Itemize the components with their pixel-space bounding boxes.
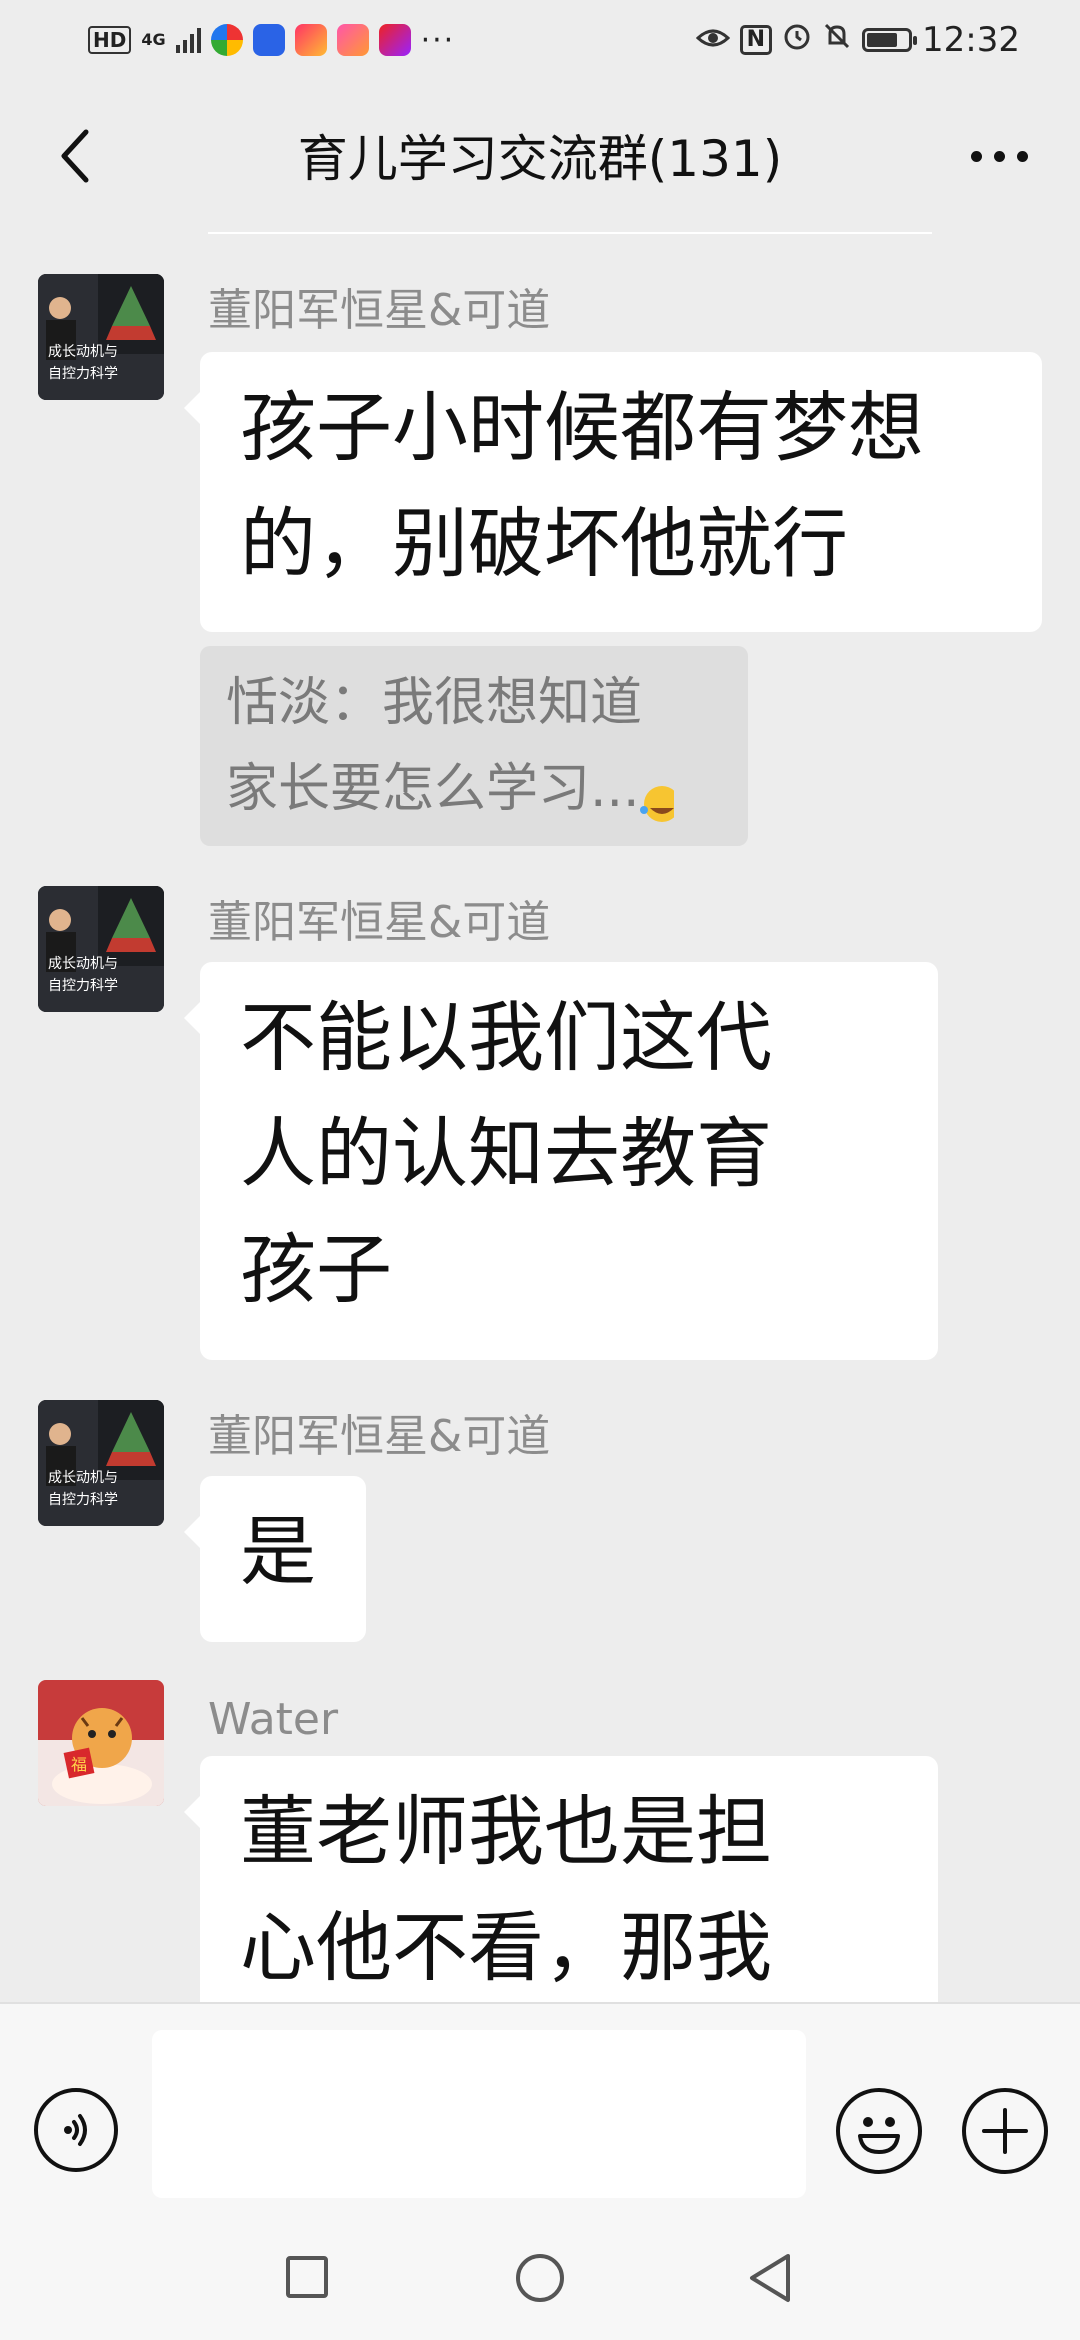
app-play-icon <box>378 24 411 56</box>
message-bubble[interactable]: 是 <box>184 1476 366 1642</box>
chat-header: 育儿学习交流群(131) <box>0 80 1080 230</box>
voice-icon <box>64 2114 87 2146</box>
message-line: 的，别破坏他就行 <box>240 499 848 588</box>
chat-screen: HD 4G ··· N 12:32 育儿学习交流群(131) 成长动机与 自控力… <box>0 0 1080 2340</box>
avatar[interactable]: 成长动机与 自控力科学 <box>38 274 164 400</box>
svg-text:自控力科学: 自控力科学 <box>48 1492 118 1508</box>
plus-icon <box>982 2108 1028 2154</box>
nfc-icon: N <box>739 25 773 55</box>
system-back-button[interactable] <box>744 2250 800 2306</box>
app-video-icon <box>294 24 327 56</box>
message-line: 不能以我们这代 <box>240 993 772 1082</box>
message-line: 是 <box>240 1507 316 1596</box>
svg-text:成长动机与: 成长动机与 <box>48 344 118 360</box>
message-line: 孩子 <box>240 1225 392 1314</box>
group-title: 育儿学习交流群(131) <box>297 130 783 188</box>
status-left: HD 4G ··· <box>88 23 455 58</box>
message-line: 董老师我也是担 <box>240 1787 772 1876</box>
svg-text:成长动机与: 成长动机与 <box>48 956 118 972</box>
divider <box>208 232 932 234</box>
quote-line: 恬淡：我很想知道 <box>226 673 643 733</box>
status-right: N 12:32 <box>695 20 1020 60</box>
battery-icon <box>862 28 918 52</box>
message-bubble[interactable]: 不能以我们这代 人的认知去教育 孩子 <box>184 962 938 1360</box>
voice-button[interactable] <box>34 2088 118 2172</box>
eye-icon <box>695 23 730 58</box>
sender-name: 董阳军恒星&可道 <box>208 285 551 336</box>
sender-name: Water <box>208 1694 339 1745</box>
network-type: 4G <box>141 30 166 49</box>
signal-icon <box>175 27 201 53</box>
back-button[interactable] <box>36 116 116 196</box>
svg-text:福: 福 <box>71 1755 87 1774</box>
recent-apps-button[interactable] <box>286 2256 328 2298</box>
app-pinwheel-icon <box>210 24 243 56</box>
alarm-icon <box>782 21 812 59</box>
svg-text:自控力科学: 自控力科学 <box>48 366 118 382</box>
avatar[interactable]: 福 <box>38 1680 164 1806</box>
quote-line: 家长要怎么学习... <box>226 746 722 832</box>
emoji-button[interactable] <box>836 2088 922 2174</box>
app-baidu-icon <box>252 24 285 56</box>
chevron-left-icon <box>61 129 89 183</box>
laughing-tears-emoji-icon <box>639 768 680 822</box>
emoji-icon <box>858 2117 900 2154</box>
home-button[interactable] <box>516 2254 564 2302</box>
message-line: 孩子小时候都有梦想 <box>240 383 924 472</box>
more-dots-icon <box>970 150 982 162</box>
app-t-icon <box>336 24 369 56</box>
more-button[interactable] <box>954 116 1044 196</box>
avatar[interactable]: 成长动机与 自控力科学 <box>38 886 164 1012</box>
message-line: 心他不看，那我 <box>240 1903 772 1992</box>
system-nav-bar <box>0 2204 1080 2340</box>
avatar[interactable]: 成长动机与 自控力科学 <box>38 1400 164 1526</box>
plus-button[interactable] <box>962 2088 1048 2174</box>
hd-badge: HD <box>88 26 132 54</box>
message-line: 人的认知去教育 <box>240 1109 772 1198</box>
sender-name: 董阳军恒星&可道 <box>208 897 551 948</box>
message-bubble[interactable]: 孩子小时候都有梦想 的，别破坏他就行 <box>184 352 1042 632</box>
svg-text:成长动机与: 成长动机与 <box>48 1470 118 1486</box>
message-input[interactable] <box>152 2030 806 2198</box>
mute-icon <box>822 21 852 59</box>
more-notifications: ··· <box>420 22 456 58</box>
clock: 12:32 <box>922 20 1020 60</box>
quoted-message[interactable]: 恬淡：我很想知道 家长要怎么学习... <box>200 646 748 846</box>
input-bar <box>0 2002 1080 2204</box>
status-bar: HD 4G ··· N 12:32 <box>0 0 1080 80</box>
sender-name: 董阳军恒星&可道 <box>208 1411 551 1462</box>
svg-text:自控力科学: 自控力科学 <box>48 978 118 994</box>
